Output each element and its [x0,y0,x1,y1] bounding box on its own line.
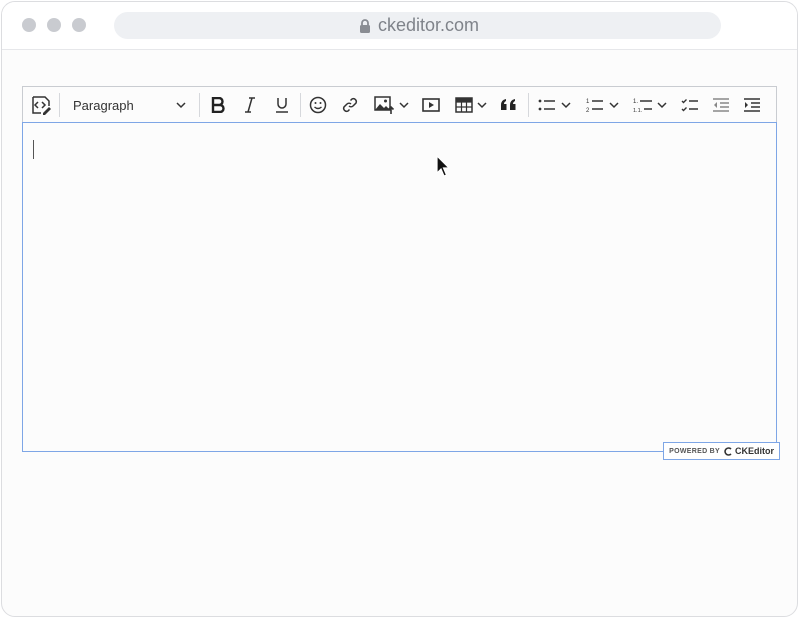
close-window-dot[interactable] [22,18,36,32]
editor-toolbar: Paragraph 1 2 1. 1.1. [22,86,777,123]
media-icon [422,98,440,112]
svg-text:1: 1 [586,99,590,105]
toolbar-separator [300,93,301,117]
emoji-icon [309,96,327,114]
svg-text:2: 2 [586,108,590,113]
chevron-down-icon [608,102,619,109]
chevron-down-icon [398,102,409,109]
emoji-button[interactable] [306,91,330,119]
bulleted-list-button[interactable] [534,91,574,119]
underline-button[interactable] [270,91,294,119]
quote-icon [501,99,516,110]
svg-text:1.1.: 1.1. [633,108,643,113]
insert-table-button[interactable] [451,91,491,119]
powered-by-brand: CKEditor [735,446,774,456]
chevron-down-icon [477,102,487,109]
source-button[interactable] [29,91,53,119]
bold-icon [211,97,225,113]
toolbar-separator [528,93,529,117]
bold-button[interactable] [206,91,230,119]
block-quote-button[interactable] [497,91,521,119]
outdent-button[interactable] [709,91,733,119]
media-embed-button[interactable] [419,91,443,119]
powered-by-badge[interactable]: POWERED BY CKEditor [663,442,780,460]
powered-by-label: POWERED BY [669,447,720,455]
bulleted-list-icon [538,99,555,111]
zoom-window-dot[interactable] [72,18,86,32]
chevron-down-icon [176,102,186,109]
chevron-down-icon [657,102,667,109]
minimize-window-dot[interactable] [47,18,61,32]
ckeditor: Paragraph 1 2 1. 1.1. POWERED BY CKEdito… [22,86,780,460]
source-editing-icon [32,96,51,115]
numbered-list-button[interactable]: 12 [582,91,622,119]
text-caret [33,140,34,159]
multi-level-list-button[interactable]: 1. 1.1. [630,91,670,119]
multi-level-list-icon: 1.1.1. [633,99,652,113]
svg-text:1.: 1. [633,99,638,105]
editor-content-area[interactable]: POWERED BY CKEditor [22,122,780,460]
underline-icon [276,98,288,113]
outdent-icon [713,98,729,112]
link-button[interactable] [338,91,362,119]
insert-image-button[interactable] [371,91,411,119]
italic-icon [245,97,255,113]
toolbar-separator [199,93,200,117]
indent-icon [744,98,760,112]
chevron-down-icon [560,102,571,109]
heading-dropdown-label: Paragraph [73,97,134,113]
address-url: ckeditor.com [377,15,480,35]
numbered-list-icon: 12 [586,99,603,113]
link-icon [342,97,358,113]
todo-list-button[interactable] [678,91,702,119]
address-bar[interactable]: ckeditor.com [114,12,721,39]
table-icon [455,97,473,113]
lock-icon [359,18,370,33]
todo-list-icon [681,99,698,112]
heading-dropdown[interactable]: Paragraph [67,91,192,119]
mouse-pointer-icon [436,155,451,177]
indent-button[interactable] [740,91,764,119]
ckeditor-logo-icon [724,446,732,456]
toolbar-separator [59,93,60,117]
browser-titlebar: ckeditor.com [2,2,797,50]
italic-button[interactable] [238,91,262,119]
image-upload-icon [373,96,394,114]
